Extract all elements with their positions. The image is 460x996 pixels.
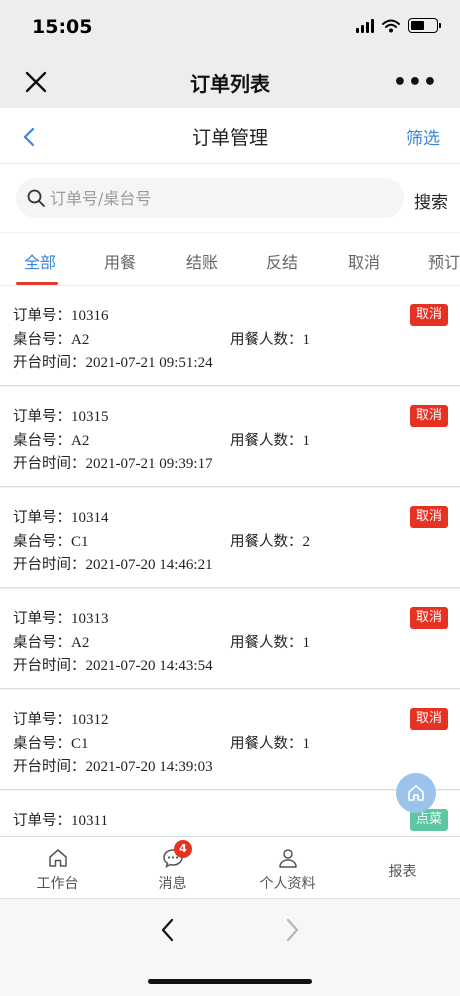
search-box	[16, 178, 404, 218]
bottom-tab-bar: 工作台 4 消息 个人资料 报表	[0, 836, 460, 898]
tab-workbench[interactable]: 工作台	[0, 837, 115, 899]
tab-messages[interactable]: 4 消息	[115, 837, 230, 899]
nav-bar: 订单管理 筛选	[0, 108, 460, 164]
tab-cancelled[interactable]: 取消	[348, 249, 380, 273]
table-number: 桌台号：C1	[13, 736, 89, 752]
open-time: 开台时间：2021-07-20 14:43:54	[13, 658, 213, 674]
tab-reverse-checkout[interactable]: 反结	[266, 249, 298, 273]
page-title: 订单管理	[191, 127, 268, 149]
status-badge: 取消	[409, 405, 448, 427]
open-time: 开台时间：2021-07-20 14:39:03	[13, 759, 213, 775]
order-card[interactable]: 订单号：10315 桌台号：A2 用餐人数：1 开台时间：2021-07-21 …	[0, 387, 460, 487]
tab-reservation[interactable]: 预订	[428, 249, 460, 273]
table-number: 桌台号：A2	[13, 433, 90, 449]
home-indicator	[148, 979, 312, 984]
open-time: 开台时间：2021-07-21 09:51:24	[13, 355, 213, 371]
wechat-title: 订单列表	[190, 72, 270, 96]
status-badge: 取消	[409, 304, 448, 326]
order-card[interactable]: 订单号：10316 桌台号：A2 用餐人数：1 开台时间：2021-07-21 …	[0, 286, 460, 386]
open-time: 开台时间：2021-07-21 09:39:17	[13, 456, 213, 472]
table-number: 桌台号：A2	[13, 635, 90, 651]
message-count-badge: 4	[174, 840, 192, 858]
order-list[interactable]: 订单号：10316 桌台号：A2 用餐人数：1 开台时间：2021-07-21 …	[0, 286, 460, 836]
order-number: 订单号：10313	[13, 611, 109, 627]
status-badge: 取消	[409, 506, 448, 528]
tab-label: 消息	[158, 876, 187, 892]
active-tab-indicator	[16, 282, 58, 285]
diner-count: 用餐人数：1	[230, 332, 310, 348]
order-number: 订单号：10314	[13, 510, 109, 526]
tab-all[interactable]: 全部	[24, 249, 56, 273]
search-icon	[27, 189, 45, 207]
home-icon	[408, 785, 424, 801]
table-number: 桌台号：C1	[13, 534, 89, 550]
browser-toolbar	[0, 898, 460, 996]
status-bar: 15:05	[0, 0, 460, 56]
diner-count: 用餐人数：1	[230, 736, 310, 752]
order-card[interactable]: 订单号：10312 桌台号：C1 用餐人数：1 开台时间：2021-07-20 …	[0, 690, 460, 790]
signal-icon	[356, 18, 374, 33]
search-button[interactable]: 搜索	[414, 188, 448, 213]
diner-count: 用餐人数：1	[230, 635, 310, 651]
status-badge: 取消	[409, 607, 448, 629]
table-number: 桌台号：A2	[13, 332, 90, 348]
search-row: 搜索	[0, 164, 460, 232]
user-icon	[279, 849, 297, 868]
wifi-icon	[382, 19, 400, 32]
open-time: 开台时间：2021-07-20 14:46:21	[13, 557, 213, 573]
diner-count: 用餐人数：1	[230, 433, 310, 449]
wechat-header: 订单列表 •••	[0, 56, 460, 108]
home-icon	[49, 849, 67, 867]
tab-label: 工作台	[36, 876, 79, 892]
order-number: 订单号：10315	[13, 409, 109, 425]
tab-checkout[interactable]: 结账	[186, 249, 218, 273]
more-icon[interactable]: •••	[393, 70, 438, 95]
battery-icon	[408, 18, 441, 33]
tab-reports[interactable]: 报表	[345, 837, 460, 899]
tab-label: 个人资料	[259, 876, 316, 892]
status-time: 15:05	[32, 16, 93, 38]
order-card[interactable]: 订单号：10311 桌台号：A1 用餐人数：1 点菜	[0, 791, 460, 836]
search-input[interactable]	[50, 178, 390, 218]
status-tabs: 全部 用餐 结账 反结 取消 预订	[0, 232, 460, 286]
status-icons	[356, 18, 441, 33]
browser-forward-icon[interactable]	[282, 917, 302, 943]
status-badge: 取消	[409, 708, 448, 730]
order-number: 订单号：10316	[13, 308, 109, 324]
tab-label: 报表	[388, 864, 417, 880]
floating-home-button[interactable]	[396, 773, 436, 813]
order-number: 订单号：10312	[13, 712, 109, 728]
tab-profile[interactable]: 个人资料	[230, 837, 345, 899]
diner-count: 用餐人数：2	[230, 534, 310, 550]
order-number: 订单号：10311	[13, 813, 108, 829]
browser-back-icon[interactable]	[158, 917, 178, 943]
filter-button[interactable]: 筛选	[406, 124, 440, 149]
order-card[interactable]: 订单号：10313 桌台号：A2 用餐人数：1 开台时间：2021-07-20 …	[0, 589, 460, 689]
order-card[interactable]: 订单号：10314 桌台号：C1 用餐人数：2 开台时间：2021-07-20 …	[0, 488, 460, 588]
tab-dining[interactable]: 用餐	[104, 249, 136, 273]
